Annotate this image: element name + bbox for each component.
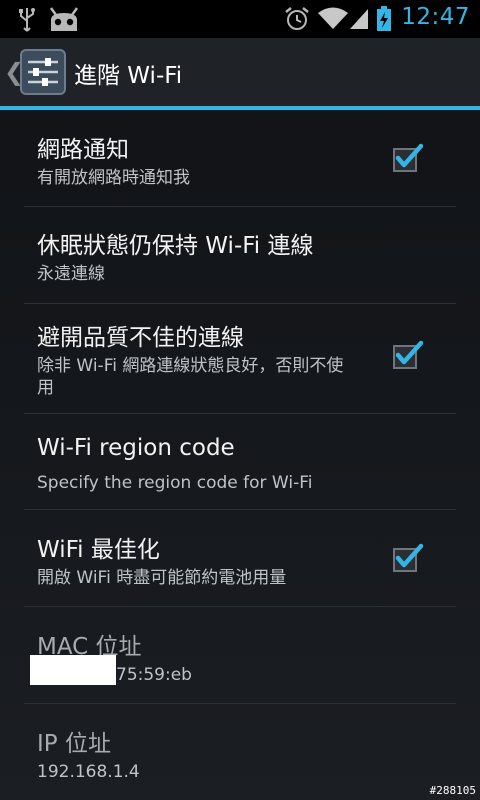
pref-summary: 有開放網路時通知我 xyxy=(37,168,190,188)
wifi-signal-icon xyxy=(318,7,348,29)
pref-title: 網路通知 xyxy=(37,137,129,163)
pref-avoid-poor-connections[interactable]: 避開品質不佳的連線 除非 Wi-Fi 網路連線狀態良好，否則不使用 xyxy=(0,304,480,414)
alarm-icon xyxy=(285,7,309,30)
redaction-box xyxy=(30,655,116,685)
pref-ip-address: IP 位址 192.168.1.4 xyxy=(0,704,480,800)
pref-network-notification[interactable]: 網路通知 有開放網路時通知我 xyxy=(0,110,480,207)
status-bar: 12:47 xyxy=(0,0,480,38)
pref-summary: 75:59:eb xyxy=(116,665,192,685)
settings-sliders-icon[interactable] xyxy=(20,49,66,95)
checkbox-checked[interactable] xyxy=(392,143,424,173)
android-debug-icon xyxy=(49,7,79,31)
pref-title: WiFi 最佳化 xyxy=(37,537,160,563)
status-clock: 12:47 xyxy=(401,4,470,30)
pref-summary: Specify the region code for Wi-Fi xyxy=(37,473,313,493)
pref-mac-address: MAC 位址 75:59:eb xyxy=(0,607,480,704)
screen: 12:47 ❮ 進階 Wi-Fi 網路通知 有開放網路時通知我 休眠狀態仍保持 … xyxy=(0,0,480,800)
checkbox-checked[interactable] xyxy=(392,340,424,370)
action-bar: ❮ 進階 Wi-Fi xyxy=(0,38,480,106)
battery-charging-icon xyxy=(377,6,391,31)
page-title: 進階 Wi-Fi xyxy=(74,63,183,89)
pref-title: 避開品質不佳的連線 xyxy=(37,325,244,351)
pref-title: 休眠狀態仍保持 Wi-Fi 連線 xyxy=(37,233,314,259)
pref-wifi-optimization[interactable]: WiFi 最佳化 開啟 WiFi 時盡可能節約電池用量 xyxy=(0,510,480,607)
checkbox-checked[interactable] xyxy=(392,543,424,573)
preference-list: 網路通知 有開放網路時通知我 休眠狀態仍保持 Wi-Fi 連線 永遠連線 避開品… xyxy=(0,110,480,800)
pref-title: Wi-Fi region code xyxy=(37,435,235,461)
pref-keep-wifi-on-during-sleep[interactable]: 休眠狀態仍保持 Wi-Fi 連線 永遠連線 xyxy=(0,207,480,304)
watermark: #288105 xyxy=(429,784,476,797)
pref-title: IP 位址 xyxy=(37,731,111,757)
cell-signal-icon xyxy=(350,9,368,29)
pref-summary: 開啟 WiFi 時盡可能節約電池用量 xyxy=(37,568,287,588)
pref-summary: 除非 Wi-Fi 網路連線狀態良好，否則不使用 xyxy=(37,356,344,398)
pref-summary: 永遠連線 xyxy=(37,264,105,284)
usb-icon xyxy=(19,8,35,32)
pref-wifi-region-code[interactable]: Wi-Fi region code Specify the region cod… xyxy=(0,414,480,510)
pref-summary: 192.168.1.4 xyxy=(37,762,140,782)
